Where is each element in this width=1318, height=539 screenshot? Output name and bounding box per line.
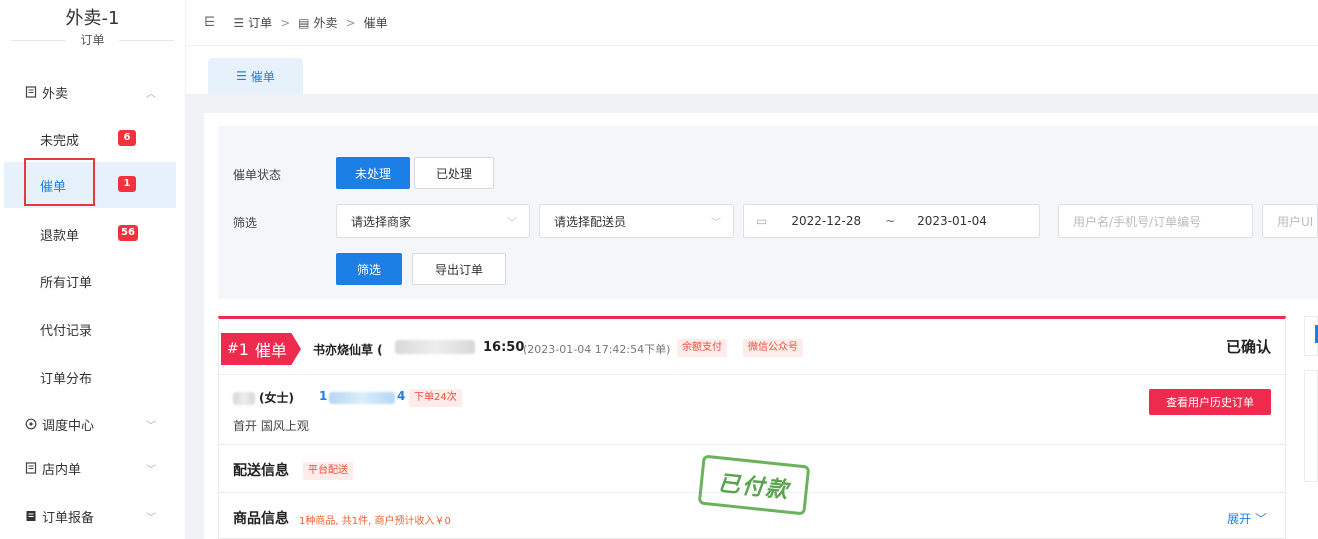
customer-row: (女士) 1 4 下单24次 首开 国风上观 查看用户历史订单 [219,375,1285,445]
tab-bar: ☰ 催单 [186,46,1318,94]
count-badge: 6 [118,130,136,146]
brand-subtitle: 订单 [11,32,174,48]
menu-group-dispatch[interactable]: 调度中心 ﹀ [0,404,186,444]
sidebar-item-label: 代付记录 [40,323,93,339]
merchant-select-value: 请选择商家 [351,214,412,229]
order-hash: # [227,341,239,357]
topbar: ⋿ ☰ 订单 > ▤ 外卖 > 催单 [186,0,1318,46]
list-icon: ☰ [236,69,247,83]
order-time-detail: (2023-01-04 17:42:54下单) [523,343,671,356]
chevron-down-icon: ﹀ [507,217,517,229]
sidebar-item-label: 所有订单 [40,275,93,291]
sidebar-item-label: 催单 [40,179,67,195]
count-badge: 1 [118,176,136,192]
goods-title: 商品信息 [233,511,289,527]
order-status: 已确认 [1225,338,1271,356]
uid-input[interactable]: 用户UI [1262,204,1318,238]
courier-select[interactable]: 请选择配送员 ﹀ [539,204,734,238]
sidebar-item-label: 未完成 [40,133,80,149]
document-icon [24,461,38,475]
menu-group-order-report[interactable]: 订单报备 ﹀ [0,496,186,536]
delivery-tag: 平台配送 [303,462,353,480]
tab-reminder[interactable]: ☰ 催单 [208,58,303,94]
menu-group-takeout[interactable]: 外卖 ︿ [0,72,186,112]
channel-tag: 微信公众号 [743,339,803,357]
redacted-text [395,340,475,354]
chevron-down-icon: ﹀ [146,512,156,524]
expand-link[interactable]: 展开 ﹀ [1227,510,1267,527]
collapse-menu-icon[interactable]: ⋿ [204,15,215,30]
sidebar-item-unfinished[interactable]: 未完成 6 [4,116,176,162]
goods-summary: 1种商品, 共1件, 商户预计收入￥0 [299,516,451,527]
status-unprocessed-button[interactable]: 未处理 [336,157,410,189]
brand-title: 外卖-1 [65,8,120,29]
payment-tag: 余额支付 [677,339,727,357]
customer-phone-prefix[interactable]: 1 [319,389,327,403]
side-panel-edge [1304,370,1318,482]
customer-address: 首开 国风上观 [233,419,309,433]
sidebar-item-label: 退款单 [40,228,80,244]
date-start[interactable]: 2022-12-28 [791,214,861,228]
status-processed-button[interactable]: 已处理 [414,157,494,189]
sidebar-item-order-distribution[interactable]: 订单分布 [4,354,176,400]
chevron-down-icon: ﹀ [146,420,156,432]
merchant-select[interactable]: 请选择商家 ﹀ [336,204,530,238]
customer-name: (女士) [259,391,294,405]
list-icon: ☰ [233,15,245,30]
side-panel-edge [1304,316,1318,356]
redacted-text [233,392,255,405]
search-input[interactable]: 用户名/手机号/订单编号 [1058,204,1253,238]
date-separator: ~ [885,214,896,228]
breadcrumb-separator: > [345,15,356,30]
menu-group-label: 店内单 [42,462,82,478]
sidebar-item-all-orders[interactable]: 所有订单 [4,258,176,304]
order-number-badge: # 1 催单 [221,333,301,365]
chevron-down-icon: ﹀ [711,217,721,229]
order-count-tag: 下单24次 [409,389,462,407]
breadcrumb-item[interactable]: 外卖 [314,14,338,31]
chevron-up-icon: ︿ [146,88,156,100]
document-icon: ▤ [298,15,310,30]
chevron-down-icon: ﹀ [146,464,156,476]
expand-label: 展开 [1227,512,1252,526]
sidebar: 外卖-1 订单 外卖 ︿ 未完成 6 催单 1 退款单 56 所有订单 代付记录… [0,0,186,539]
document-icon [24,85,38,99]
document-filled-icon [24,509,38,523]
breadcrumb-separator: > [280,15,291,30]
sidebar-item-refund[interactable]: 退款单 56 [4,211,176,257]
date-range-picker[interactable]: ▭ 2022-12-28 ~ 2023-01-04 [743,204,1040,238]
order-time: 16:50 [483,340,525,355]
customer-phone-suffix[interactable]: 4 [397,389,405,403]
filter-label: 筛选 [233,216,258,230]
breadcrumb-item: 催单 [363,16,388,30]
count-badge: 56 [118,225,138,241]
view-history-orders-button[interactable]: 查看用户历史订单 [1149,389,1271,415]
menu-group-label: 订单报备 [42,510,95,526]
delivery-title: 配送信息 [233,463,289,479]
menu-group-dine-in[interactable]: 店内单 ﹀ [0,448,186,488]
breadcrumb: ☰ 订单 > ▤ 外卖 > 催单 [233,14,387,31]
calendar-icon: ▭ [756,214,768,228]
filter-button[interactable]: 筛选 [336,253,402,285]
date-end[interactable]: 2023-01-04 [917,214,987,228]
location-icon [24,417,38,431]
order-number: 1 [238,339,249,359]
breadcrumb-item[interactable]: 订单 [248,14,272,31]
chevron-down-icon: ﹀ [1254,512,1267,526]
courier-select-value: 请选择配送员 [554,214,627,229]
export-orders-button[interactable]: 导出订单 [412,253,506,285]
tab-label: 催单 [250,69,275,84]
sidebar-item-label: 订单分布 [40,371,93,387]
sidebar-item-proxy-payment[interactable]: 代付记录 [4,306,176,352]
status-label: 催单状态 [233,168,282,182]
order-badge-label: 催单 [254,341,287,360]
menu-group-label: 外卖 [42,86,69,102]
menu-group-label: 调度中心 [42,418,95,434]
brand: 外卖-1 订单 [0,0,185,60]
sidebar-item-reminder[interactable]: 催单 1 [4,162,176,208]
order-header-row: # 1 催单 书亦烧仙草 ( 16:50 (2023-01-04 17:42:5… [219,319,1285,375]
shop-name: 书亦烧仙草 ( [313,343,383,357]
redacted-phone [329,392,395,404]
